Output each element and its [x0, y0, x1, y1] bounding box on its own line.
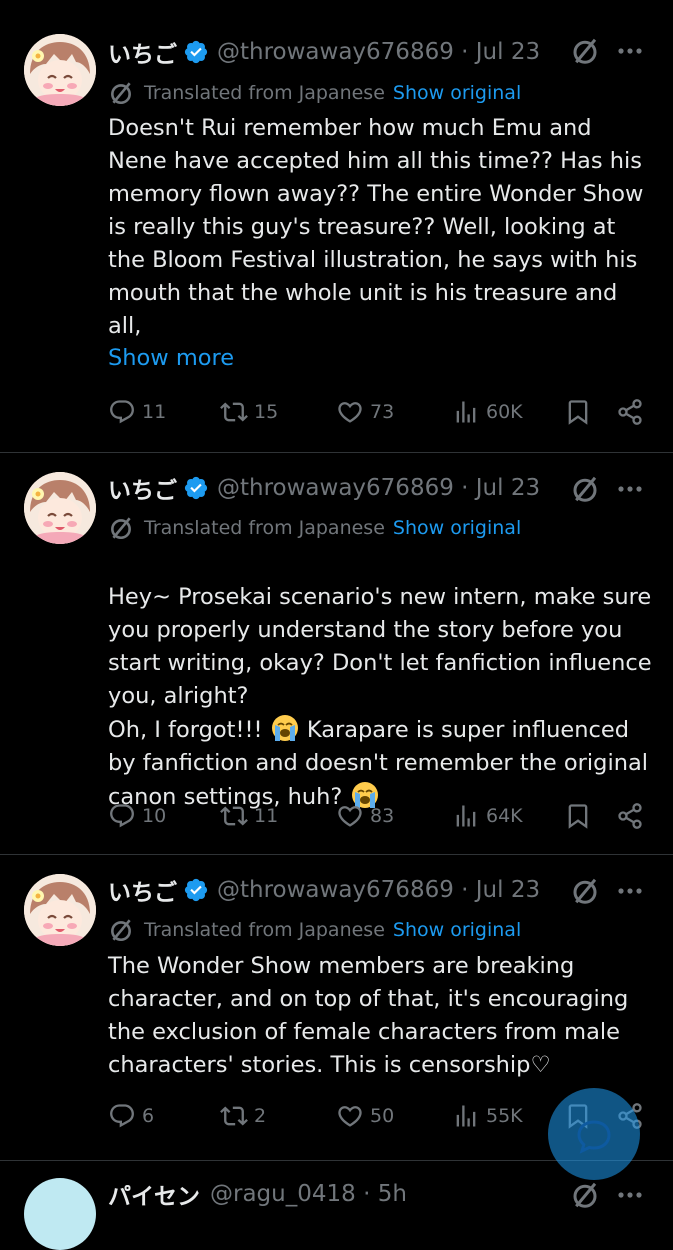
like-count: 83: [370, 805, 395, 827]
tweet-header: いちご @throwaway676869 · Jul 23: [108, 468, 540, 508]
reply-count: 11: [142, 401, 167, 423]
like-count: 73: [370, 401, 395, 423]
repost-count: 15: [254, 401, 279, 423]
repost-icon: [220, 802, 248, 830]
more-options-icon[interactable]: [613, 36, 647, 66]
share-icon: [616, 398, 644, 426]
handle-and-date[interactable]: @throwaway676869 · Jul 23: [217, 877, 540, 903]
reply-count: 10: [142, 805, 167, 827]
views-button[interactable]: 64K: [452, 802, 523, 830]
verified-badge-icon: [183, 877, 209, 903]
views-icon: [452, 398, 480, 426]
repost-button[interactable]: 11: [220, 802, 278, 830]
share-button[interactable]: [616, 398, 644, 426]
repost-icon: [220, 398, 248, 426]
verified-badge-icon: [183, 39, 209, 65]
translation-bar: Translated from Japanese Show original: [108, 515, 521, 541]
display-name[interactable]: いちご: [108, 471, 177, 505]
display-name[interactable]: いちご: [108, 35, 177, 69]
views-icon: [452, 802, 480, 830]
bookmark-icon: [564, 398, 592, 426]
repost-button[interactable]: 2: [220, 1102, 266, 1130]
tweet[interactable]: いちご @throwaway676869 · Jul 23 Translated…: [0, 0, 673, 453]
views-button[interactable]: 60K: [452, 398, 523, 426]
grok-icon[interactable]: [570, 474, 600, 504]
crying-face-icon: [270, 713, 300, 743]
repost-count: 11: [254, 805, 279, 827]
verified-badge-icon: [183, 475, 209, 501]
display-name[interactable]: いちご: [108, 873, 177, 907]
reply-icon: [108, 802, 136, 830]
tweet-text: Doesn't Rui remember how much Emu and Ne…: [108, 115, 644, 339]
avatar[interactable]: [24, 472, 96, 544]
more-options-icon[interactable]: [613, 474, 647, 504]
translation-bar: Translated from Japanese Show original: [108, 80, 521, 106]
heart-icon: [336, 802, 364, 830]
reply-button[interactable]: 10: [108, 802, 166, 830]
view-count: 55K: [486, 1105, 523, 1127]
views-button[interactable]: 55K: [452, 1102, 523, 1130]
handle-and-date[interactable]: @ragu_0418 · 5h: [210, 1181, 407, 1207]
reply-count: 6: [142, 1105, 155, 1127]
repost-icon: [220, 1102, 248, 1130]
translate-icon: [108, 80, 134, 106]
like-count: 50: [370, 1105, 395, 1127]
tweet-header: いちご @throwaway676869 · Jul 23: [108, 32, 540, 72]
grok-icon[interactable]: [570, 36, 600, 66]
view-count: 60K: [486, 401, 523, 423]
avatar[interactable]: [24, 34, 96, 106]
heart-icon: [336, 398, 364, 426]
action-bar: 10 11 83 64K: [108, 802, 653, 838]
reply-icon: [108, 1102, 136, 1130]
tweet-header: いちご @throwaway676869 · Jul 23: [108, 870, 540, 910]
view-count: 64K: [486, 805, 523, 827]
tweet-text: The Wonder Show members are breaking cha…: [108, 953, 629, 1078]
repost-button[interactable]: 15: [220, 398, 278, 426]
bookmark-button[interactable]: [564, 802, 592, 830]
translated-label: Translated from Japanese: [144, 919, 385, 941]
translate-icon: [108, 917, 134, 943]
show-original-link[interactable]: Show original: [393, 517, 521, 539]
display-name[interactable]: パイセン: [108, 1177, 200, 1211]
like-button[interactable]: 73: [336, 398, 394, 426]
grok-icon[interactable]: [570, 1180, 600, 1210]
translation-bar: Translated from Japanese Show original: [108, 917, 521, 943]
avatar[interactable]: [24, 1178, 96, 1250]
show-original-link[interactable]: Show original: [393, 919, 521, 941]
tweet-header: パイセン @ragu_0418 · 5h: [108, 1174, 407, 1214]
reply-button[interactable]: 11: [108, 398, 166, 426]
repost-count: 2: [254, 1105, 267, 1127]
translated-label: Translated from Japanese: [144, 82, 385, 104]
more-options-icon[interactable]: [613, 1180, 647, 1210]
tweet[interactable]: いちご @throwaway676869 · Jul 23 Translated…: [0, 452, 673, 855]
action-bar: 11 15 73 60K: [108, 398, 653, 434]
avatar[interactable]: [24, 874, 96, 946]
bookmark-button[interactable]: [564, 398, 592, 426]
tweet-text-part: Hey~ Prosekai scenario's new intern, mak…: [108, 584, 652, 709]
handle-and-date[interactable]: @throwaway676869 · Jul 23: [217, 39, 540, 65]
show-original-link[interactable]: Show original: [393, 82, 521, 104]
translated-label: Translated from Japanese: [144, 517, 385, 539]
views-icon: [452, 1102, 480, 1130]
translate-icon: [108, 515, 134, 541]
reply-icon: [108, 398, 136, 426]
share-button[interactable]: [616, 802, 644, 830]
bookmark-icon: [564, 802, 592, 830]
reply-button[interactable]: 6: [108, 1102, 154, 1130]
show-more-link[interactable]: Show more: [108, 345, 234, 371]
handle-and-date[interactable]: @throwaway676869 · Jul 23: [217, 475, 540, 501]
like-button[interactable]: 50: [336, 1102, 394, 1130]
share-icon: [616, 802, 644, 830]
more-options-icon[interactable]: [613, 876, 647, 906]
messages-fab[interactable]: [548, 1088, 640, 1180]
like-button[interactable]: 83: [336, 802, 394, 830]
chat-bubble-icon: [574, 1116, 614, 1156]
tweet-text-part: Oh, I forgot!!!: [108, 717, 270, 743]
grok-icon[interactable]: [570, 876, 600, 906]
heart-icon: [336, 1102, 364, 1130]
